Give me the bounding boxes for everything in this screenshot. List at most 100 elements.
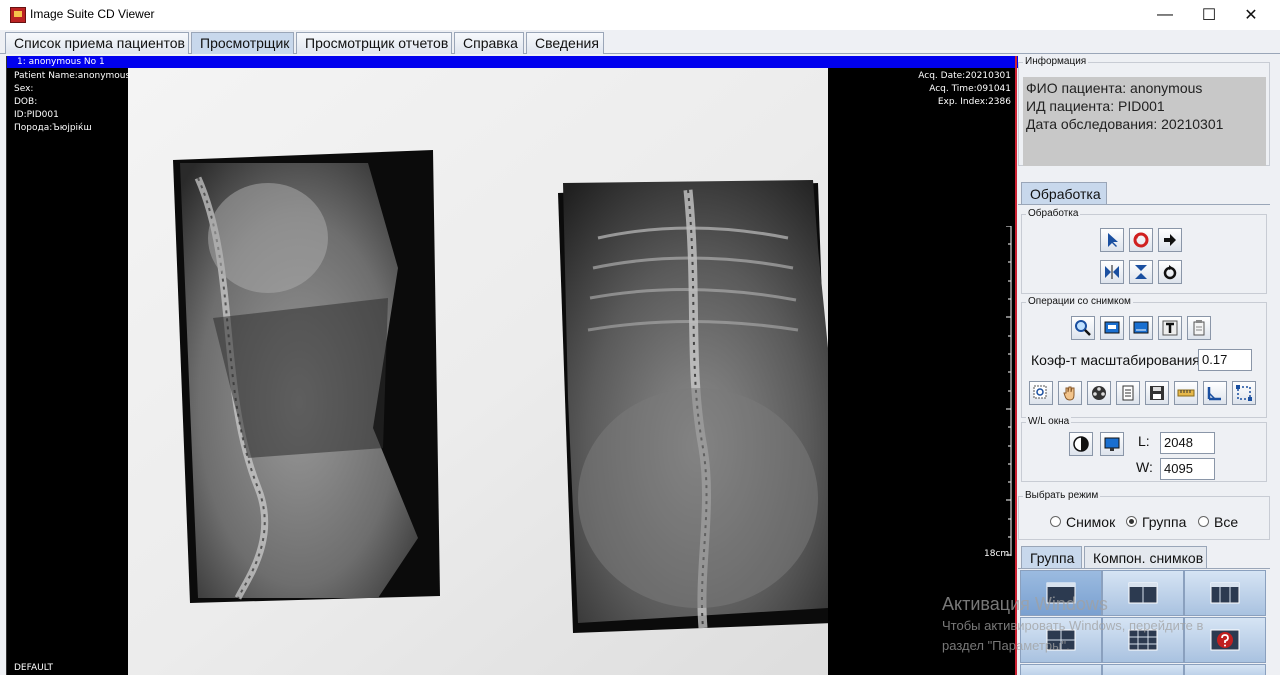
rotate-icon xyxy=(1133,232,1149,248)
layout-1x2-icon xyxy=(1128,582,1158,604)
overlay-patient-name: Patient Name:anonymous xyxy=(14,71,131,81)
tab-processing[interactable]: Обработка xyxy=(1021,182,1107,204)
activation-watermark-line2: раздел "Параметры". xyxy=(942,638,1070,653)
layout-1x3-button[interactable] xyxy=(1184,570,1266,616)
mode-legend: Выбрать режим xyxy=(1023,490,1101,501)
magnifier-icon xyxy=(1075,320,1091,336)
activation-watermark-title: Активация Windows xyxy=(942,594,1108,614)
image-viewport[interactable]: 1: anonymous No 1 Patient Name:anonymous… xyxy=(6,56,1018,675)
info-patient-name: ФИО пациента: anonymous xyxy=(1026,80,1203,96)
pointer-icon xyxy=(1108,233,1118,247)
xray-image[interactable] xyxy=(128,68,885,675)
rotate-tool-button[interactable] xyxy=(1129,228,1153,252)
text-annotation-button[interactable] xyxy=(1158,316,1182,340)
app-icon xyxy=(10,7,26,23)
overlay-id: ID:PID001 xyxy=(14,110,59,120)
viewer-series-header: 1: anonymous No 1 xyxy=(7,56,1018,68)
measure-button[interactable] xyxy=(1174,381,1198,405)
ruler-icon xyxy=(1177,389,1195,397)
overlay-dob: DOB: xyxy=(14,97,38,107)
viewer-border xyxy=(1015,56,1017,675)
angle-button[interactable] xyxy=(1203,381,1227,405)
mode-all-radio[interactable] xyxy=(1198,516,1209,527)
pointer-tool-button[interactable] xyxy=(1100,228,1124,252)
overlay-exp-index: Exp. Index:2386 xyxy=(937,97,1011,107)
flip-horizontal-icon xyxy=(1105,265,1119,279)
tab-viewer[interactable]: Просмотрщик xyxy=(191,32,294,54)
report-button[interactable] xyxy=(1116,381,1140,405)
window-fit-button[interactable] xyxy=(1100,316,1124,340)
screen-icon xyxy=(1133,321,1149,334)
flip-vertical-icon xyxy=(1135,265,1147,279)
main-tab-bar: Список приема пациентов Просмотрщик Прос… xyxy=(0,30,1280,54)
zoom-region-icon xyxy=(1033,385,1047,399)
info-box: ФИО пациента: anonymous ИД пациента: PID… xyxy=(1023,77,1266,166)
scale-ruler xyxy=(1006,226,1012,556)
roi-select-button[interactable] xyxy=(1232,381,1256,405)
info-study-date: Дата обследования: 20210301 xyxy=(1026,116,1224,132)
text-icon xyxy=(1162,320,1178,336)
angle-icon xyxy=(1207,387,1221,401)
mode-group-label[interactable]: Группа xyxy=(1142,514,1186,530)
tab-help[interactable]: Справка xyxy=(454,32,524,54)
overlay-breed: Порода:Ъюјріќш xyxy=(14,123,92,133)
mode-all-label[interactable]: Все xyxy=(1214,514,1238,530)
window-level-tool-button[interactable] xyxy=(1100,432,1124,456)
activation-watermark-line1: Чтобы активировать Windows, перейдите в xyxy=(942,618,1204,633)
layout-row3-left-button[interactable] xyxy=(1020,664,1102,675)
reset-button[interactable] xyxy=(1158,260,1182,284)
right-panel: Информация ФИО пациента: anonymous ИД па… xyxy=(1018,56,1272,675)
contrast-button[interactable] xyxy=(1069,432,1093,456)
level-input[interactable]: 2048 xyxy=(1160,432,1215,454)
pan-tool-button[interactable] xyxy=(1058,381,1082,405)
save-button[interactable] xyxy=(1145,381,1169,405)
zoom-factor-label: Коэф-т масштабирования xyxy=(1031,352,1200,368)
tab-image-layout[interactable]: Компон. снимков xyxy=(1084,546,1207,568)
mode-group-radio[interactable] xyxy=(1126,516,1137,527)
layout-row3-middle-button[interactable] xyxy=(1102,664,1184,675)
arrow-right-icon xyxy=(1164,234,1176,246)
zoom-tool-button[interactable] xyxy=(1071,316,1095,340)
width-input[interactable]: 4095 xyxy=(1160,458,1215,480)
monitor-icon xyxy=(1104,321,1120,334)
refresh-icon xyxy=(1163,265,1177,280)
mode-image-label[interactable]: Снимок xyxy=(1066,514,1115,530)
window-title: Image Suite CD Viewer xyxy=(30,7,155,21)
window-actual-button[interactable] xyxy=(1129,316,1153,340)
scale-label: 18cm xyxy=(984,549,1010,559)
flip-horizontal-button[interactable] xyxy=(1100,260,1124,284)
zoom-factor-input[interactable]: 0.17 xyxy=(1198,349,1252,371)
cine-button[interactable] xyxy=(1087,381,1111,405)
close-button[interactable]: ✕ xyxy=(1228,0,1274,30)
question-icon xyxy=(1210,629,1240,651)
tab-divider xyxy=(1018,204,1270,205)
bottom-tab-divider xyxy=(1018,568,1270,569)
tab-group[interactable]: Группа xyxy=(1021,546,1082,568)
zoom-region-button[interactable] xyxy=(1029,381,1053,405)
overlay-acq-time: Acq. Time:091041 xyxy=(929,84,1011,94)
clipboard-button[interactable] xyxy=(1187,316,1211,340)
title-bar: Image Suite CD Viewer — ☐ ✕ xyxy=(0,0,1280,30)
patient-info-overlay: Patient Name:anonymous Sex: DOB: ID:PID0… xyxy=(14,70,130,135)
tab-patient-list[interactable]: Список приема пациентов xyxy=(5,32,189,54)
processing-legend: Обработка xyxy=(1026,208,1081,219)
app-window: Image Suite CD Viewer — ☐ ✕ Список прием… xyxy=(0,0,1280,675)
document-icon xyxy=(1122,385,1134,401)
layout-1x2-button[interactable] xyxy=(1102,570,1184,616)
mode-image-radio[interactable] xyxy=(1050,516,1061,527)
minimize-button[interactable]: — xyxy=(1142,0,1188,30)
flip-vertical-button[interactable] xyxy=(1129,260,1153,284)
overlay-acq-date: Acq. Date:20210301 xyxy=(918,71,1011,81)
contrast-icon xyxy=(1073,436,1089,452)
maximize-button[interactable]: ☐ xyxy=(1186,0,1232,30)
next-arrow-button[interactable] xyxy=(1158,228,1182,252)
tab-report-viewer[interactable]: Просмотрщик отчетов xyxy=(296,32,452,54)
layout-row3-right-button[interactable] xyxy=(1184,664,1266,675)
info-patient-id: ИД пациента: PID001 xyxy=(1026,98,1165,114)
window-level-legend: W/L окна xyxy=(1026,416,1072,427)
film-reel-icon xyxy=(1092,386,1106,400)
overlay-sex: Sex: xyxy=(14,84,34,94)
clipboard-icon xyxy=(1193,320,1205,336)
window-preset-label: DEFAULT xyxy=(14,663,53,673)
tab-about[interactable]: Сведения xyxy=(526,32,604,54)
